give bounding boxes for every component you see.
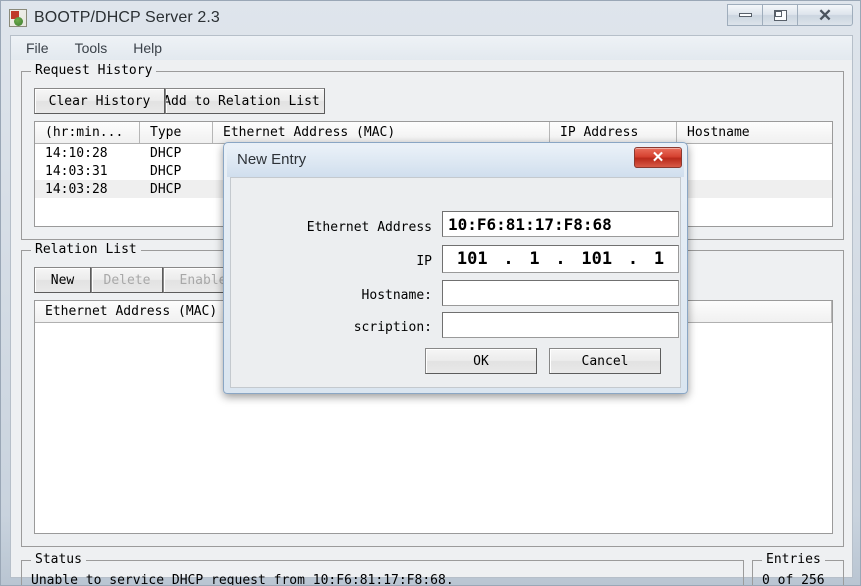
cell-type: DHCP — [150, 163, 182, 179]
column-header-type[interactable]: Type — [140, 122, 213, 143]
ethernet-address-field[interactable]: 10:F6:81:17:F8:68 — [442, 211, 679, 237]
column-header-relation-mac[interactable]: Ethernet Address (MAC) — [35, 301, 250, 322]
menu-bar: File Tools Help — [10, 35, 853, 60]
add-to-relation-list-button[interactable]: Add to Relation List — [165, 88, 325, 114]
delete-button[interactable]: Delete — [91, 267, 163, 293]
status-group: Status Unable to service DHCP request fr… — [21, 552, 744, 586]
close-icon: ✕ — [651, 149, 665, 166]
ethernet-address-label: Ethernet Address — [306, 220, 432, 235]
column-header-hostname[interactable]: Hostname — [677, 122, 832, 143]
new-button[interactable]: New — [34, 267, 91, 293]
new-entry-dialog: New Entry ✕ Ethernet Address 10:F6:81:17… — [223, 142, 688, 394]
column-header-ip[interactable]: IP Address — [550, 122, 677, 143]
new-label: New — [50, 272, 75, 288]
menu-item-tools[interactable]: Tools — [64, 38, 119, 58]
window-controls: ✕ — [727, 4, 853, 26]
ethernet-address-value: 10:F6:81:17:F8:68 — [448, 214, 612, 234]
cell-type: DHCP — [150, 181, 182, 197]
ok-label: OK — [473, 353, 489, 369]
clear-history-label: Clear History — [48, 93, 151, 109]
add-to-relation-list-label: Add to Relation List — [165, 93, 320, 109]
cell-type: DHCP — [150, 145, 182, 161]
delete-label: Delete — [103, 272, 151, 288]
ip-octet-3[interactable]: 101 — [581, 249, 612, 269]
request-history-header: (hr:min... Type Ethernet Address (MAC) I… — [35, 122, 832, 144]
title-bar: BOOTP/DHCP Server 2.3 ✕ — [1, 1, 860, 34]
menu-item-help[interactable]: Help — [122, 38, 173, 58]
entries-count: 0 of 256 — [762, 573, 825, 586]
ip-octet-1[interactable]: 101 — [457, 249, 488, 269]
dialog-close-button[interactable]: ✕ — [634, 147, 682, 168]
relation-list-legend: Relation List — [31, 242, 141, 257]
application-window: BOOTP/DHCP Server 2.3 ✕ File Tools Help … — [0, 0, 861, 586]
ip-separator: . — [555, 249, 566, 269]
status-message: Unable to service DHCP request from 10:F… — [31, 573, 454, 586]
ip-separator: . — [503, 249, 514, 269]
request-history-legend: Request History — [31, 63, 157, 78]
ip-octet-2[interactable]: 1 — [529, 249, 539, 269]
entries-group: Entries 0 of 256 — [752, 552, 844, 586]
cancel-button[interactable]: Cancel — [549, 348, 661, 374]
ok-button[interactable]: OK — [425, 348, 537, 374]
dialog-title: New Entry — [237, 151, 307, 168]
entries-legend: Entries — [762, 552, 825, 567]
status-legend: Status — [31, 552, 86, 567]
cell-time: 14:10:28 — [45, 145, 108, 161]
column-header-mac[interactable]: Ethernet Address (MAC) — [213, 122, 550, 143]
close-icon: ✕ — [817, 5, 833, 25]
clear-history-button[interactable]: Clear History — [34, 88, 165, 114]
window-title: BOOTP/DHCP Server 2.3 — [34, 8, 220, 26]
dialog-title-bar: New Entry ✕ — [227, 146, 684, 177]
description-label: scription: — [353, 320, 432, 335]
minimize-icon — [738, 13, 752, 17]
cancel-label: Cancel — [581, 353, 629, 369]
ip-separator: . — [627, 249, 639, 269]
app-icon — [9, 8, 27, 27]
close-button[interactable]: ✕ — [797, 4, 853, 26]
maximize-icon — [773, 9, 787, 21]
description-field[interactable] — [442, 312, 679, 338]
maximize-button[interactable] — [762, 4, 798, 26]
dialog-body: Ethernet Address 10:F6:81:17:F8:68 IP 10… — [230, 177, 681, 388]
cell-time: 14:03:28 — [45, 181, 108, 197]
ip-label: IP — [416, 254, 432, 269]
enable-label: Enable — [179, 272, 227, 288]
hostname-field[interactable] — [442, 280, 679, 306]
cell-time: 14:03:31 — [45, 163, 108, 179]
ip-octet-4[interactable]: 1 — [654, 249, 664, 269]
hostname-label: Hostname: — [361, 288, 432, 303]
menu-item-file[interactable]: File — [15, 38, 60, 58]
ip-address-field[interactable]: 101 . 1 . 101 . 1 — [442, 245, 679, 273]
minimize-button[interactable] — [727, 4, 763, 26]
column-header-time[interactable]: (hr:min... — [35, 122, 140, 143]
